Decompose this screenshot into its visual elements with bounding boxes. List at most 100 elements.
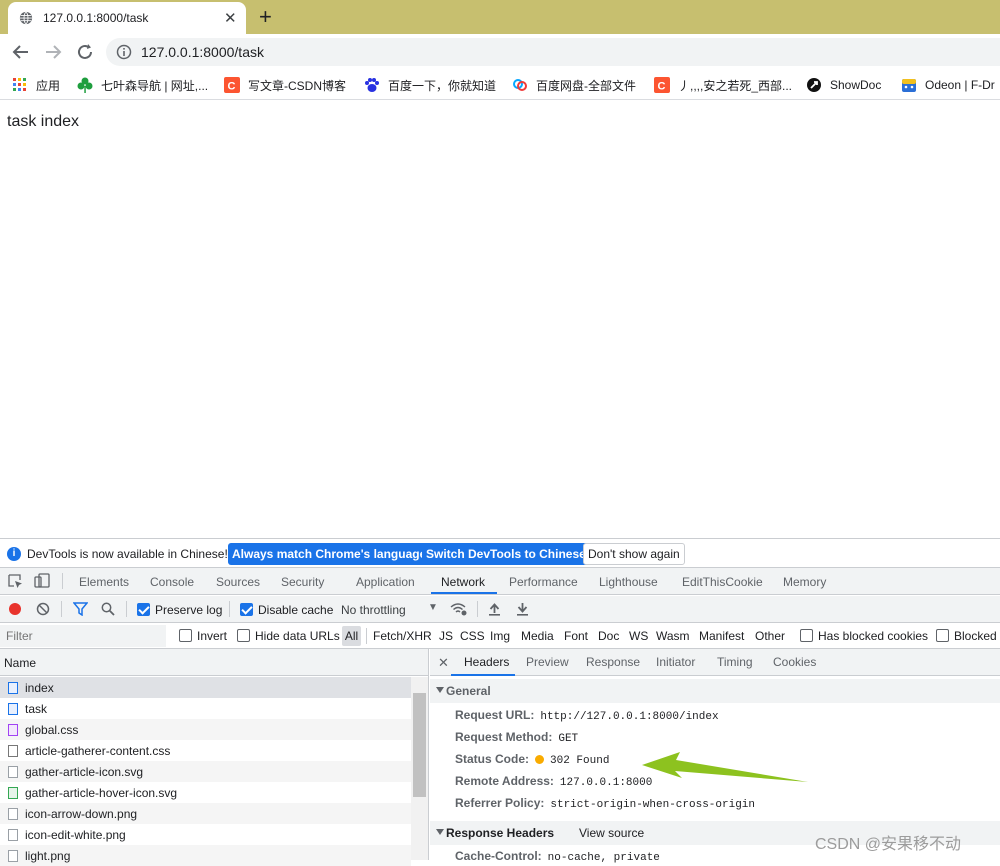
reload-icon[interactable]	[74, 41, 96, 63]
type-filter-js[interactable]: JS	[439, 629, 453, 643]
request-row[interactable]: icon-edit-white.png	[0, 824, 411, 845]
name-column-header[interactable]: Name	[0, 649, 428, 676]
request-name: global.css	[25, 723, 79, 737]
tab-memory[interactable]: Memory	[783, 575, 826, 589]
inspect-element-icon[interactable]	[8, 574, 23, 589]
header-value: GET	[558, 733, 579, 745]
tab-response[interactable]: Response	[586, 655, 640, 669]
type-filter-wasm[interactable]: Wasm	[656, 629, 690, 643]
separator	[477, 601, 478, 617]
status-dot-icon	[535, 755, 545, 764]
bookmark-odeon[interactable]: Odeon | F-Dr	[901, 76, 995, 94]
type-filter-font[interactable]: Font	[564, 629, 588, 643]
header-key: Referrer Policy:	[455, 796, 545, 810]
tab-network[interactable]: Network	[441, 575, 485, 589]
bookmark-label: 百度网盘-全部文件	[536, 78, 636, 93]
type-filter-media[interactable]: Media	[521, 629, 554, 643]
tab-console[interactable]: Console	[150, 575, 194, 589]
search-icon[interactable]	[101, 602, 115, 616]
request-name: icon-edit-white.png	[25, 828, 126, 842]
filter-input[interactable]	[0, 625, 166, 647]
type-filter-img[interactable]: Img	[490, 629, 510, 643]
export-har-icon[interactable]	[516, 602, 529, 616]
tab-editthiscookie[interactable]: EditThisCookie	[682, 575, 763, 589]
network-conditions-icon[interactable]	[450, 602, 468, 616]
bookmark-baidu-pan[interactable]: 百度网盘-全部文件	[512, 76, 636, 94]
tab-sources[interactable]: Sources	[216, 575, 260, 589]
tab-application[interactable]: Application	[356, 575, 415, 589]
general-section-header[interactable]: General	[430, 679, 1000, 703]
import-har-icon[interactable]	[488, 602, 501, 616]
tab-headers[interactable]: Headers	[464, 655, 509, 669]
header-key: Cache-Control:	[455, 849, 542, 863]
tab-initiator[interactable]: Initiator	[656, 655, 695, 669]
image-file-icon	[8, 787, 18, 799]
bookmark-apps[interactable]: 应用	[12, 76, 60, 94]
type-filter-all[interactable]: All	[342, 626, 361, 646]
tab-elements[interactable]: Elements	[79, 575, 129, 589]
request-name: gather-article-hover-icon.svg	[25, 786, 178, 800]
devtools-language-banner: i DevTools is now available in Chinese! …	[0, 538, 1000, 568]
header-key: Remote Address:	[455, 774, 554, 788]
tab-cookies[interactable]: Cookies	[773, 655, 816, 669]
close-tab-icon[interactable]: ✕	[224, 9, 237, 27]
active-tab-indicator	[431, 592, 497, 594]
switch-to-chinese-button[interactable]: Switch DevTools to Chinese	[422, 543, 590, 565]
request-row[interactable]: light.png	[0, 845, 411, 866]
active-subtab-indicator	[451, 674, 515, 676]
hide-data-urls-checkbox[interactable]	[237, 629, 250, 642]
device-toolbar-icon[interactable]	[34, 573, 50, 589]
type-filter-ws[interactable]: WS	[629, 629, 648, 643]
type-filter-css[interactable]: CSS	[460, 629, 485, 643]
new-tab-button[interactable]: +	[259, 4, 272, 30]
separator	[126, 601, 127, 617]
tab-preview[interactable]: Preview	[526, 655, 569, 669]
request-row[interactable]: global.css	[0, 719, 411, 740]
scrollbar-thumb[interactable]	[413, 693, 426, 797]
bookmark-qiyesen[interactable]: 七叶森导航 | 网址,...	[77, 76, 208, 94]
bookmark-label: 应用	[36, 78, 61, 93]
info-icon: i	[7, 547, 21, 561]
back-arrow-icon[interactable]	[10, 41, 32, 63]
tab-timing[interactable]: Timing	[717, 655, 753, 669]
throttling-select[interactable]: No throttling	[341, 603, 406, 617]
filter-funnel-icon[interactable]	[73, 602, 88, 616]
tab-security[interactable]: Security	[281, 575, 324, 589]
forward-arrow-icon[interactable]	[42, 41, 64, 63]
address-bar[interactable]: 127.0.0.1:8000/task	[106, 38, 1000, 66]
clear-icon[interactable]	[36, 602, 50, 616]
request-row[interactable]: gather-article-icon.svg	[0, 761, 411, 782]
has-blocked-cookies-checkbox[interactable]	[800, 629, 813, 642]
tab-lighthouse[interactable]: Lighthouse	[599, 575, 658, 589]
image-file-icon	[8, 766, 18, 778]
record-icon[interactable]	[8, 602, 22, 616]
csdn-logo-icon: C	[654, 77, 670, 93]
request-row[interactable]: icon-arrow-down.png	[0, 803, 411, 824]
request-row[interactable]: index	[0, 677, 411, 698]
bookmark-showdoc[interactable]: ShowDoc	[806, 76, 881, 94]
request-row[interactable]: gather-article-hover-icon.svg	[0, 782, 411, 803]
type-filter-other[interactable]: Other	[755, 629, 785, 643]
tab-performance[interactable]: Performance	[509, 575, 578, 589]
type-filter-doc[interactable]: Doc	[598, 629, 619, 643]
type-filter-manifest[interactable]: Manifest	[699, 629, 744, 643]
chevron-down-icon[interactable]: ▼	[428, 602, 438, 613]
browser-tab[interactable]: 127.0.0.1:8000/task ✕	[8, 2, 246, 34]
match-language-button[interactable]: Always match Chrome's language	[228, 543, 431, 565]
request-row[interactable]: task	[0, 698, 411, 719]
preserve-log-checkbox[interactable]	[137, 603, 150, 616]
site-info-icon[interactable]	[116, 44, 132, 60]
blocked-checkbox[interactable]	[936, 629, 949, 642]
invert-checkbox[interactable]	[179, 629, 192, 642]
bookmark-csdn-write[interactable]: C 写文章-CSDN博客	[224, 76, 346, 94]
bookmark-baidu[interactable]: 百度一下，你就知道	[364, 76, 496, 94]
bookmark-csdn-blog[interactable]: C 丿,,,,安之若死_西部...	[654, 76, 792, 94]
disable-cache-checkbox[interactable]	[240, 603, 253, 616]
close-details-icon[interactable]: ✕	[438, 655, 449, 671]
request-row[interactable]: article-gatherer-content.css	[0, 740, 411, 761]
type-filter-fetch-xhr[interactable]: Fetch/XHR	[373, 629, 432, 643]
disable-cache-label: Disable cache	[258, 603, 334, 617]
url-text[interactable]: 127.0.0.1:8000/task	[141, 44, 264, 60]
view-source-link[interactable]: View source	[579, 826, 644, 840]
dont-show-again-button[interactable]: Don't show again	[583, 543, 685, 565]
